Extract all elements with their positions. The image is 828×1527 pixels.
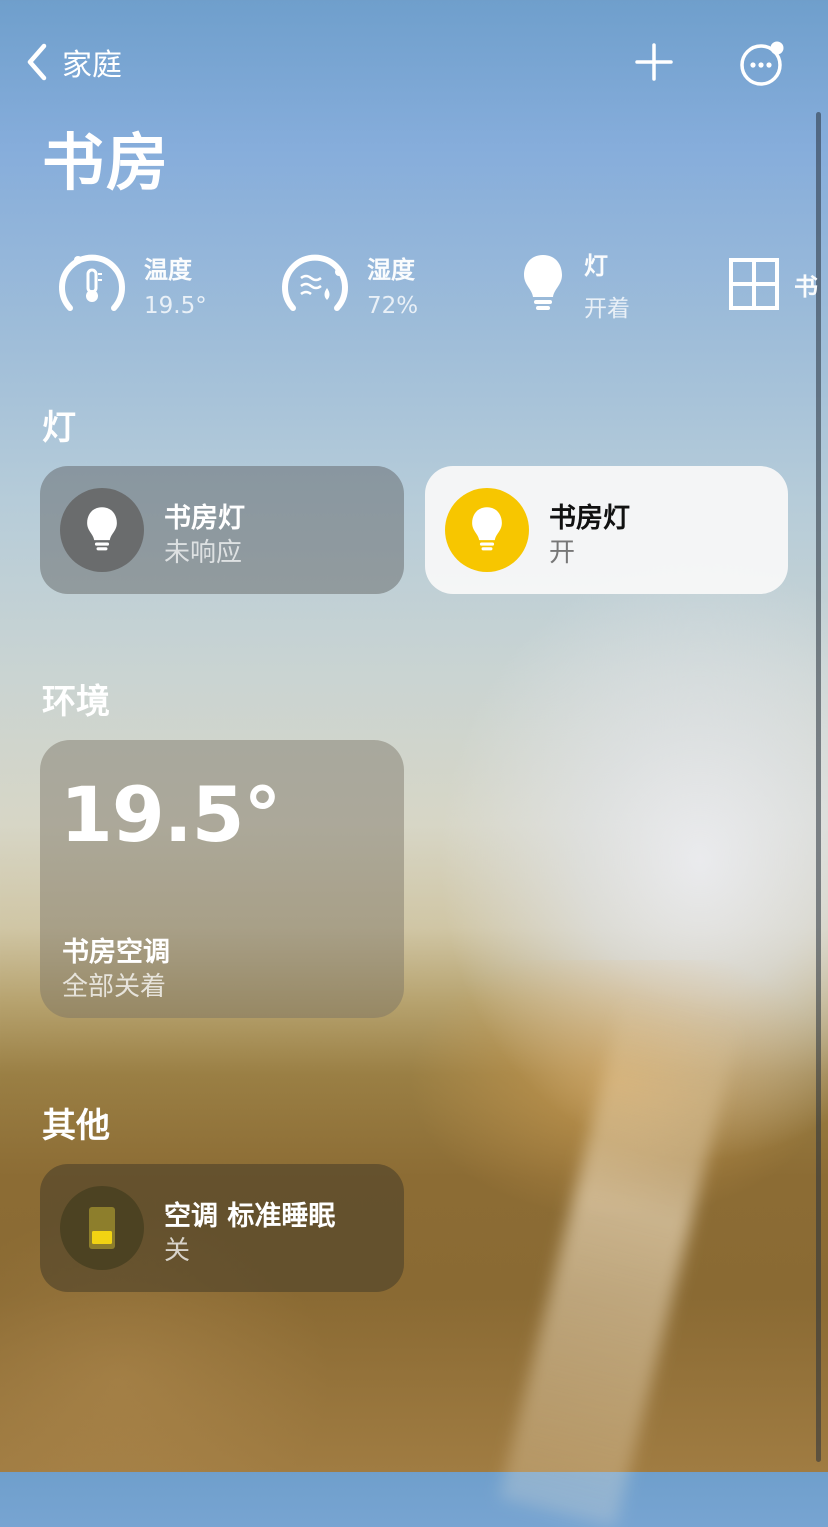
- light-icon-circle: [60, 488, 144, 572]
- chevron-left-icon: [27, 43, 47, 81]
- plus-icon[interactable]: [634, 42, 674, 82]
- page-title: 书房: [42, 126, 171, 199]
- back-label: 家庭: [62, 48, 122, 83]
- thermometer-icon: [59, 254, 125, 311]
- light-name: 书房灯: [164, 503, 245, 534]
- status-humidity-value: 72%: [367, 292, 419, 319]
- lightbulb-icon: [524, 255, 562, 310]
- light-name: 书房灯: [549, 503, 630, 534]
- climate-tile[interactable]: 19.5° 书房空调 全部关着: [40, 740, 404, 1018]
- status-window[interactable]: 书: [728, 244, 818, 324]
- more-icon[interactable]: [738, 40, 786, 88]
- light-tile-on[interactable]: 书房灯 开: [425, 466, 788, 594]
- light-state: 开: [549, 538, 576, 568]
- status-light-title: 灯: [584, 251, 608, 280]
- section-title-lights: 灯: [42, 408, 76, 448]
- ac-state: 关: [164, 1236, 191, 1266]
- climate-name: 书房空调: [62, 937, 170, 968]
- status-light[interactable]: 灯 开着: [520, 244, 630, 324]
- window-icon: [729, 258, 779, 310]
- climate-temperature: 19.5°: [60, 770, 282, 859]
- background-light-streak: [498, 993, 742, 1527]
- status-window-title: 书: [794, 272, 818, 301]
- light-icon-circle: [445, 488, 529, 572]
- status-humidity-title: 湿度: [367, 255, 415, 284]
- lightbulb-icon: [87, 507, 117, 551]
- status-light-value: 开着: [584, 295, 630, 322]
- light-state: 未响应: [164, 538, 243, 568]
- status-humidity[interactable]: 湿度 72%: [277, 244, 418, 324]
- ac-icon-circle: [60, 1186, 144, 1270]
- ac-name: 空调 标准睡眠: [164, 1201, 336, 1232]
- lightbulb-icon: [472, 507, 502, 551]
- status-temperature-value: 19.5°: [144, 292, 207, 319]
- ac-icon: [89, 1207, 115, 1249]
- ac-tile[interactable]: 空调 标准睡眠 关: [40, 1164, 404, 1292]
- section-title-environment: 环境: [42, 682, 110, 722]
- light-tile-unresponsive[interactable]: 书房灯 未响应: [40, 466, 404, 594]
- humidity-icon: [282, 254, 348, 311]
- section-title-other: 其他: [42, 1106, 110, 1146]
- status-temperature-title: 温度: [144, 255, 192, 284]
- status-temperature[interactable]: 温度 19.5°: [54, 244, 207, 324]
- climate-state: 全部关着: [62, 972, 167, 1002]
- back-button[interactable]: 家庭: [24, 38, 122, 86]
